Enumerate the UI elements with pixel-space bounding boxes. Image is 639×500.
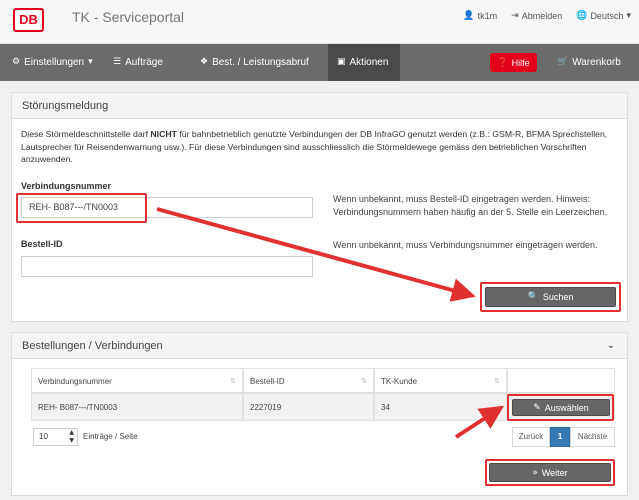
- pager-page[interactable]: 1: [550, 427, 570, 447]
- column-header[interactable]: Verbindungsnummer ⇅: [31, 368, 243, 393]
- orders-title: Bestellungen / Verbindungen: [22, 340, 163, 352]
- nav-cart-label: Warenkorb: [572, 57, 621, 68]
- nav-actions-label: Aktionen: [349, 57, 389, 68]
- app-title: TK - Serviceportal: [72, 9, 185, 25]
- language-select[interactable]: 🌐 Deutsch ▾: [576, 11, 631, 21]
- help-label: Hilfe: [511, 57, 530, 68]
- cubes-icon: ❖: [200, 57, 209, 67]
- table-cell-customer: 34: [374, 393, 507, 421]
- sort-icon: ⇅: [361, 377, 367, 385]
- conn-number-hint: Wenn unbekannt, muss Bestell-ID eingetra…: [333, 194, 608, 217]
- logout-label: Abmelden: [521, 11, 563, 21]
- language-label: Deutsch: [590, 11, 624, 21]
- page-size-select[interactable]: 10 ▲ ▼: [33, 428, 78, 446]
- help-icon: ❓: [497, 57, 509, 68]
- page: DB TK - Serviceportal 👤 tk1m ⇥ Abmelden …: [0, 0, 639, 500]
- info-bold: NICHT: [150, 129, 177, 139]
- annotation-frame-select-button: [507, 394, 614, 421]
- cart-icon: 🛒: [557, 57, 569, 67]
- user-menu[interactable]: 👤 tk1m: [463, 11, 497, 21]
- pager-prev[interactable]: Zurück: [512, 427, 550, 447]
- nav-service-call[interactable]: ❖ Best. / Leistungsabruf: [191, 44, 318, 81]
- column-header-order: Bestell-ID: [250, 377, 285, 386]
- caret-down-icon: ▾: [88, 57, 93, 67]
- help-button[interactable]: ❓ Hilfe: [490, 53, 537, 72]
- pager-next[interactable]: Nächste: [570, 427, 615, 447]
- logout-link[interactable]: ⇥ Abmelden: [511, 11, 562, 21]
- nav-service-call-label: Best. / Leistungsabruf: [212, 57, 309, 68]
- order-id-label: Bestell-ID: [21, 239, 63, 249]
- main-nav: ⚙ Einstellungen ▾ ☰ Aufträge ❖ Best. / L…: [0, 44, 639, 81]
- globe-icon: 🌐: [576, 11, 588, 21]
- annotation-frame-next-button: [485, 459, 615, 486]
- table-cell-conn: REH- B087---/TN0003: [31, 393, 243, 421]
- orders-heading[interactable]: Bestellungen / Verbindungen ⌄: [12, 333, 627, 359]
- table-cell-order-id: 2227019: [243, 393, 374, 421]
- annotation-frame-search-button: [480, 282, 621, 312]
- nav-actions[interactable]: ▣ Aktionen: [328, 44, 400, 81]
- gear-icon: ⚙: [12, 57, 21, 67]
- order-id-hint: Wenn unbekannt, muss Verbindungsnummer e…: [333, 240, 598, 250]
- nav-orders-label: Aufträge: [125, 57, 163, 68]
- fault-report-heading: Störungsmeldung: [12, 93, 627, 119]
- sort-icon: ⇅: [494, 377, 500, 385]
- column-header-customer: TK-Kunde: [381, 377, 418, 386]
- user-name: tk1m: [477, 11, 498, 21]
- stepper-icon: ▲ ▼: [69, 429, 74, 444]
- top-header: DB TK - Serviceportal 👤 tk1m ⇥ Abmelden …: [0, 0, 639, 44]
- page-size-value: 10: [39, 432, 48, 441]
- column-header[interactable]: Bestell-ID ⇅: [243, 368, 374, 393]
- briefcase-icon: ▣: [337, 57, 346, 67]
- caret-down-icon: ▾: [626, 11, 631, 21]
- fault-info-text: Diese Störmeldeschnittstelle darf NICHT …: [21, 128, 617, 166]
- user-icon: 👤: [463, 11, 475, 21]
- sign-out-icon: ⇥: [511, 11, 519, 21]
- sort-icon: ⇅: [230, 377, 236, 385]
- chevron-down-icon[interactable]: ⌄: [607, 333, 615, 359]
- list-icon: ☰: [113, 57, 122, 67]
- annotation-frame-conn-input: [16, 193, 147, 223]
- fault-report-title: Störungsmeldung: [22, 100, 109, 112]
- column-header-actions: [507, 368, 615, 393]
- order-id-input[interactable]: [21, 256, 313, 277]
- column-header-conn: Verbindungsnummer: [38, 377, 112, 386]
- per-page-label: Einträge / Seite: [83, 432, 138, 441]
- nav-orders[interactable]: ☰ Aufträge: [104, 44, 172, 81]
- conn-number-label: Verbindungsnummer: [21, 181, 112, 191]
- info-part1: Diese Störmeldeschnittstelle darf: [21, 129, 151, 139]
- header-user-menu: 👤 tk1m ⇥ Abmelden 🌐 Deutsch ▾: [463, 11, 631, 21]
- nav-settings[interactable]: ⚙ Einstellungen ▾: [3, 44, 102, 81]
- db-logo[interactable]: DB: [13, 8, 44, 32]
- nav-settings-label: Einstellungen: [24, 57, 85, 68]
- column-header[interactable]: TK-Kunde ⇅: [374, 368, 507, 393]
- nav-cart[interactable]: 🛒 Warenkorb: [548, 44, 630, 81]
